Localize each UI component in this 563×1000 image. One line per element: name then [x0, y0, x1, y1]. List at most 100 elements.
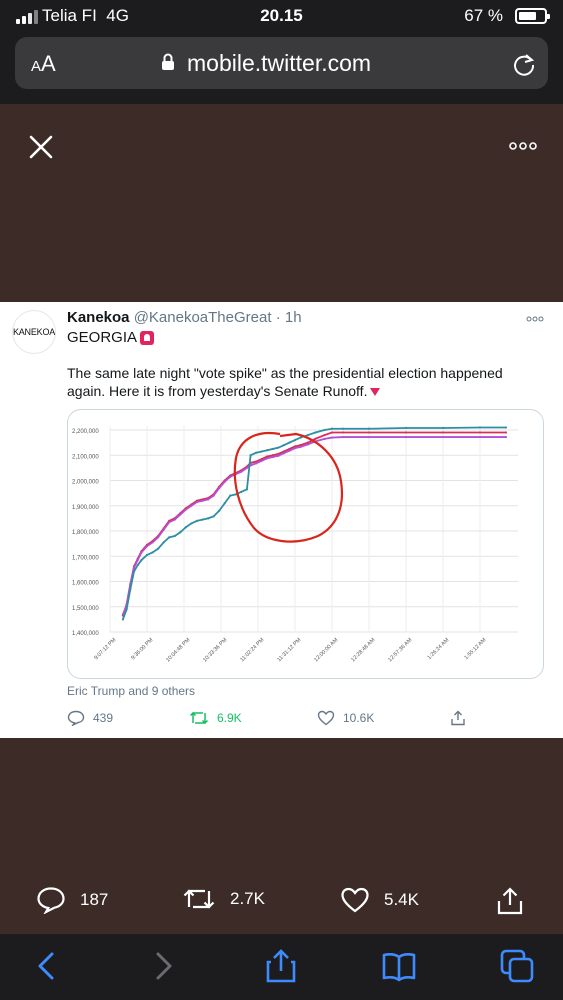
data-point-purple [151, 541, 154, 544]
data-point-teal [157, 547, 160, 550]
tweet-screenshot: KANEKOA Kanekoa @KanekoaTheGreat · 1h GE… [0, 302, 563, 738]
back-icon[interactable] [30, 948, 66, 984]
data-point-purple [404, 435, 408, 439]
data-point-teal [206, 517, 210, 520]
reply-count: 187 [80, 890, 109, 909]
x-tick-label: 11:02:24 PM [239, 637, 265, 663]
y-tick-label: 1,500,000 [72, 606, 99, 612]
x-tick-label: 11:31:12 PM [276, 637, 302, 663]
retweet-button[interactable]: 2.7K [182, 886, 265, 912]
data-point-teal [245, 488, 248, 491]
tweet-more-icon [526, 316, 544, 322]
data-point-purple [260, 459, 263, 462]
data-point-teal [179, 531, 182, 534]
close-icon[interactable] [28, 134, 54, 160]
data-point-teal [223, 502, 226, 505]
like-count: 5.4K [384, 890, 419, 909]
x-tick-label: 9:36:00 PM [130, 637, 154, 661]
tweet-reply: 439 [67, 710, 113, 726]
data-point-purple [441, 435, 445, 439]
data-point-purple [157, 536, 160, 539]
y-tick-label: 2,000,000 [72, 480, 99, 486]
x-tick-label: 1:55:12 AM [463, 637, 487, 661]
tweet-share [450, 710, 466, 726]
share-icon [451, 710, 465, 726]
data-point-red [330, 431, 334, 434]
data-point-teal [266, 449, 269, 452]
series-line-red [122, 431, 506, 616]
data-point-teal [240, 490, 243, 493]
reload-icon[interactable] [511, 51, 537, 77]
liked-by: Eric Trump and 9 others [67, 684, 196, 698]
data-point-teal [282, 444, 285, 447]
data-point-purple [184, 508, 187, 511]
display-name: Kanekoa [67, 309, 130, 326]
data-point-teal [404, 426, 408, 430]
data-point-teal [125, 608, 128, 611]
data-point-purple [206, 498, 210, 501]
data-point-teal [260, 450, 263, 453]
data-point-teal [330, 427, 334, 430]
data-point-teal [173, 534, 176, 538]
heart-icon [341, 887, 369, 913]
red-triangle-emoji-icon [370, 388, 381, 397]
url-text[interactable]: mobile.twitter.com [187, 50, 371, 77]
data-point-purple [140, 551, 143, 554]
retweet-icon [183, 889, 215, 909]
avatar: KANEKOA [12, 310, 56, 354]
y-tick-label: 1,600,000 [72, 581, 99, 587]
data-point-purple [266, 457, 269, 460]
x-tick-label: 12:57:36 AM [387, 637, 413, 663]
bookmarks-icon[interactable] [381, 948, 417, 984]
tabs-icon[interactable] [499, 948, 535, 984]
vote-count-chart: 1,400,000 1,500,000 1,600,000 1,700,000 1,80… [72, 426, 518, 664]
data-point-purple [229, 475, 232, 478]
retweet-icon [189, 711, 209, 725]
heart-icon [317, 710, 335, 726]
series-line-purple [122, 436, 506, 615]
data-point-teal [184, 526, 187, 529]
data-point-teal [145, 553, 149, 557]
tweet-actions: 439 6.9K 10.6K [67, 710, 487, 728]
address-bar[interactable]: AA mobile.twitter.com [15, 37, 548, 89]
data-point-teal [367, 427, 371, 430]
like-button[interactable]: 5.4K [340, 886, 419, 914]
data-point-teal [288, 441, 291, 444]
data-point-purple [168, 521, 171, 524]
share-icon[interactable] [263, 948, 299, 984]
data-point-purple [288, 449, 291, 452]
data-point-teal [121, 618, 125, 621]
x-tick-label: 12:28:48 AM [350, 637, 376, 663]
series-line-teal [122, 426, 506, 620]
x-tick-label: 1:26:24 AM [426, 637, 450, 661]
more-options-icon[interactable] [508, 139, 538, 153]
x-tick-label: 10:04:48 PM [165, 637, 192, 664]
tweet-headline: GEORGIA [67, 329, 155, 346]
data-point-teal [277, 446, 280, 449]
battery-percent: 67 % [464, 6, 503, 25]
reply-button[interactable]: 187 [36, 886, 108, 914]
forward-icon[interactable] [144, 948, 180, 984]
data-point-red [504, 431, 507, 434]
share-button[interactable] [496, 886, 524, 916]
data-point-teal [201, 518, 204, 521]
battery-icon [515, 8, 550, 24]
data-point-teal [299, 436, 302, 439]
x-tick-label: 12:00:00 AM [313, 637, 339, 663]
data-point-purple [240, 470, 243, 473]
data-point-purple [293, 447, 297, 450]
data-point-purple [136, 558, 139, 562]
data-point-purple [323, 437, 326, 440]
data-point-purple [173, 518, 176, 521]
tweet-retweet: 6.9K [189, 710, 242, 726]
data-point-teal [504, 426, 507, 429]
data-point-teal [190, 522, 193, 525]
data-point-teal [342, 427, 345, 430]
data-point-purple [162, 528, 165, 531]
data-point-teal [249, 454, 252, 457]
data-point-teal [314, 431, 317, 434]
data-point-purple [330, 436, 334, 439]
data-point-purple [306, 443, 310, 446]
reader-aa-button[interactable]: AA [31, 51, 56, 77]
data-point-purple [255, 462, 258, 465]
